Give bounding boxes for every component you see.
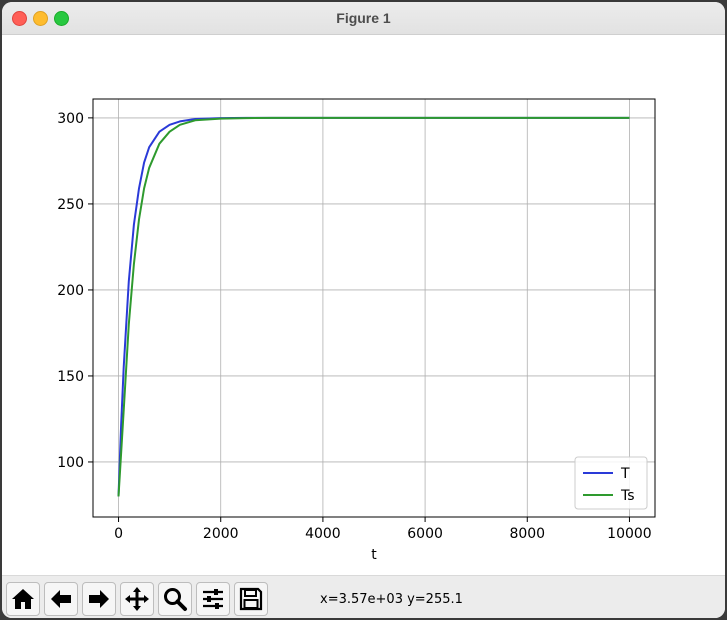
- y-tick-label: 200: [57, 283, 84, 299]
- sliders-icon: [203, 589, 223, 609]
- y-tick-label: 300: [57, 111, 84, 127]
- home-icon: [12, 589, 34, 609]
- series-line-ts: [117, 116, 630, 497]
- legend-label-ts: Ts: [620, 488, 635, 504]
- x-tick-label: 10000: [607, 526, 652, 542]
- figure-canvas[interactable]: 0 2000 4000 6000 8000 10000 100 150 200 250 300 t T T…: [2, 35, 725, 575]
- plot-frame: [92, 98, 656, 518]
- home-button[interactable]: [6, 582, 40, 616]
- pan-button[interactable]: [120, 582, 154, 616]
- x-axis-label: t: [371, 547, 377, 563]
- arrow-left-icon: [51, 590, 71, 608]
- x-tick-label: 2000: [203, 526, 239, 542]
- navigation-toolbar: x=3.57e+03 y=255.1: [2, 575, 725, 618]
- floppy-disk-icon: [239, 587, 263, 611]
- series-line-t: [117, 116, 630, 497]
- move-icon: [125, 587, 149, 611]
- x-tick-label: 0: [114, 526, 123, 542]
- save-button[interactable]: [234, 582, 268, 616]
- y-tick-label: 150: [57, 369, 84, 385]
- back-button[interactable]: [44, 582, 78, 616]
- zoom-button[interactable]: [158, 582, 192, 616]
- y-tick-label: 250: [57, 197, 84, 213]
- cursor-coordinates-readout: x=3.57e+03 y=255.1: [320, 592, 463, 607]
- legend-box: [574, 456, 648, 510]
- x-tick-label: 4000: [305, 526, 341, 542]
- title-bar[interactable]: Figure 1: [2, 2, 725, 35]
- figure-window: Figure 1 0 2000 4000 6000 8000 10000 100 150 200…: [2, 2, 725, 618]
- magnifier-icon: [164, 588, 187, 611]
- arrow-right-icon: [89, 590, 109, 608]
- legend-label-t: T: [620, 466, 630, 482]
- configure-subplots-button[interactable]: [196, 582, 230, 616]
- y-tick-label: 100: [57, 455, 84, 471]
- window-title: Figure 1: [336, 10, 391, 26]
- x-tick-label: 6000: [407, 526, 443, 542]
- line-chart: 0 2000 4000 6000 8000 10000 100 150 200 250 300 t TT…: [57, 98, 656, 563]
- forward-button[interactable]: [82, 582, 116, 616]
- x-tick-label: 8000: [509, 526, 545, 542]
